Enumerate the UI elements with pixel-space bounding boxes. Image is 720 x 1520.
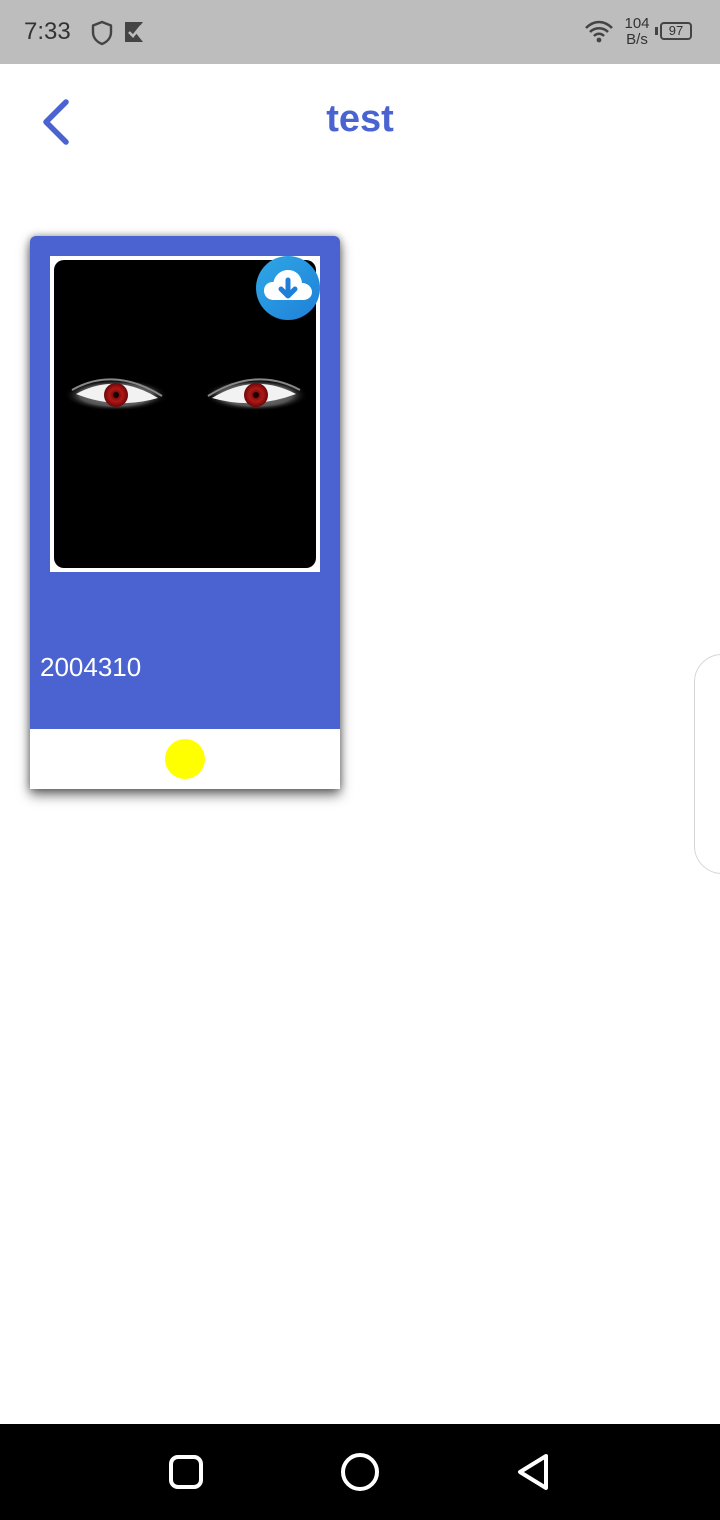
shield-icon: [91, 20, 113, 46]
side-drawer-handle[interactable]: [694, 654, 720, 874]
card-footer: [30, 729, 340, 789]
battery-icon: 97: [660, 22, 692, 40]
triangle-back-icon: [518, 1454, 548, 1490]
navigation-bar: [0, 1424, 720, 1520]
network-speed-unit: B/s: [626, 31, 648, 48]
wifi-icon: [585, 20, 613, 43]
app-bar: test: [0, 64, 720, 176]
item-card[interactable]: 2004310: [30, 236, 340, 789]
page-title: test: [326, 98, 394, 140]
status-dot: [165, 739, 205, 779]
recents-button[interactable]: [162, 1448, 210, 1496]
cloud-download-icon: [264, 270, 312, 300]
status-bar: 7:33 104 B/s 97: [0, 0, 720, 64]
download-button[interactable]: [256, 256, 320, 320]
card-id-label: 2004310: [40, 652, 142, 682]
play-store-icon: [125, 22, 143, 42]
status-time: 7:33: [24, 18, 71, 45]
back-nav-button[interactable]: [510, 1448, 558, 1496]
home-button[interactable]: [336, 1448, 384, 1496]
square-icon: [169, 1455, 203, 1489]
circle-icon: [341, 1453, 379, 1491]
network-speed: 104 B/s: [620, 16, 654, 48]
battery-cap: [655, 27, 658, 35]
network-speed-value: 104: [624, 15, 650, 32]
